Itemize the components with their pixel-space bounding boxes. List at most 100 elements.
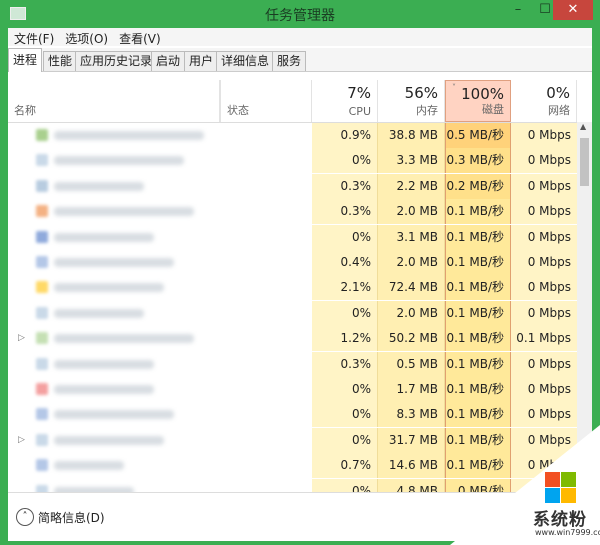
tab-bar: 进程 性能 应用历史记录 启动 用户 详细信息 服务 xyxy=(8,48,592,72)
column-label: 状态 xyxy=(227,104,249,117)
scrollbar-thumb[interactable] xyxy=(580,138,589,186)
menu-view[interactable]: 查看(V) xyxy=(113,28,166,47)
column-header-disk[interactable]: ˅ 100% 磁盘 xyxy=(445,80,511,122)
process-row[interactable]: 0.3% 2.2 MB 0.2 MB/秒 0 Mbps xyxy=(8,173,577,199)
tab-startup[interactable]: 启动 xyxy=(151,51,186,71)
tab-processes[interactable]: 进程 xyxy=(8,48,43,72)
process-name-blurred xyxy=(54,308,144,318)
menu-bar: 文件(F) 选项(O) 查看(V) xyxy=(8,28,592,46)
process-icon xyxy=(36,230,48,243)
network-cell: 0 Mbps xyxy=(511,250,577,275)
expand-arrow-icon[interactable]: ▷ xyxy=(18,428,25,453)
tab-performance[interactable]: 性能 xyxy=(43,51,78,71)
tab-services[interactable]: 服务 xyxy=(272,51,307,71)
memory-cell: 2.2 MB xyxy=(378,173,445,199)
network-cell: 0 Mbps xyxy=(511,275,577,301)
process-row[interactable]: 0% 2.0 MB 0.1 MB/秒 0 Mbps xyxy=(8,300,577,326)
cpu-cell: 1.2% xyxy=(312,326,378,352)
process-row[interactable]: 0.4% 2.0 MB 0.1 MB/秒 0 Mbps xyxy=(8,250,577,275)
fewer-details-link[interactable]: 简略信息(D) xyxy=(38,509,105,526)
column-header-memory[interactable]: 56% 内存 xyxy=(378,80,445,122)
memory-cell: 0.5 MB xyxy=(378,351,445,377)
process-row[interactable]: ▷ 1.2% 50.2 MB 0.1 MB/秒 0.1 Mbps xyxy=(8,326,577,352)
cpu-cell: 0% xyxy=(312,300,378,326)
sort-indicator-icon: ˅ xyxy=(452,83,456,92)
process-name-blurred xyxy=(54,385,154,394)
column-header-name[interactable]: 名称 xyxy=(8,80,220,122)
tab-app-history[interactable]: 应用历史记录 xyxy=(75,51,158,71)
memory-cell: 31.7 MB xyxy=(378,427,445,453)
network-cell: 0 Mbps xyxy=(511,123,577,148)
cpu-cell: 0% xyxy=(312,148,378,174)
cpu-cell: 0.3% xyxy=(312,351,378,377)
cpu-cell: 2.1% xyxy=(312,275,378,301)
cpu-cell: 0.4% xyxy=(312,250,378,275)
process-name-blurred xyxy=(54,156,184,166)
cpu-cell: 0.3% xyxy=(312,173,378,199)
network-cell: 0 Mbps xyxy=(511,148,577,174)
column-header-status[interactable]: 状态 xyxy=(220,80,312,122)
column-label: 内存 xyxy=(416,104,438,117)
disk-cell: 0.1 MB/秒 xyxy=(445,402,511,428)
network-percent: 0% xyxy=(546,84,570,102)
process-name-blurred xyxy=(54,131,204,140)
memory-cell: 3.1 MB xyxy=(378,224,445,250)
disk-cell: 0.1 MB/秒 xyxy=(445,275,511,301)
memory-percent: 56% xyxy=(404,84,438,102)
memory-cell: 2.0 MB xyxy=(378,300,445,326)
memory-cell: 8.3 MB xyxy=(378,402,445,428)
cpu-cell: 0.9% xyxy=(312,123,378,148)
chevron-up-icon[interactable]: ˄ xyxy=(16,508,34,526)
process-name-blurred xyxy=(54,258,174,267)
expand-arrow-icon[interactable]: ▷ xyxy=(18,326,25,351)
process-row[interactable]: 0.9% 38.8 MB 0.5 MB/秒 0 Mbps xyxy=(8,123,577,148)
cpu-cell: 0.7% xyxy=(312,453,378,479)
process-row[interactable]: 0% 8.3 MB 0.1 MB/秒 0 Mbps xyxy=(8,402,577,428)
cpu-cell: 0% xyxy=(312,377,378,402)
network-cell: 0 Mbps xyxy=(511,377,577,402)
network-cell: 0.1 Mbps xyxy=(511,326,577,352)
tab-details[interactable]: 详细信息 xyxy=(216,51,275,71)
process-name-blurred xyxy=(54,435,164,445)
process-row[interactable]: 0% 3.3 MB 0.3 MB/秒 0 Mbps xyxy=(8,148,577,174)
title-bar: 任务管理器 – ☐ ✕ xyxy=(0,0,600,28)
minimize-button[interactable]: – xyxy=(505,0,531,20)
process-icon xyxy=(36,433,48,446)
disk-cell: 0.3 MB/秒 xyxy=(445,148,511,174)
memory-cell: 14.6 MB xyxy=(378,453,445,479)
process-icon xyxy=(36,205,48,218)
scroll-up-icon[interactable]: ▲ xyxy=(580,122,586,131)
process-row[interactable]: 0% 3.1 MB 0.1 MB/秒 0 Mbps xyxy=(8,224,577,250)
watermark-text: 系统粉 xyxy=(533,510,587,530)
watermark-url: www.win7999.com xyxy=(535,528,600,537)
cpu-cell: 0.3% xyxy=(312,199,378,225)
column-header-network[interactable]: 0% 网络 xyxy=(511,80,577,122)
menu-options[interactable]: 选项(O) xyxy=(59,28,113,47)
process-row[interactable]: 0.3% 0.5 MB 0.1 MB/秒 0 Mbps xyxy=(8,351,577,377)
process-name-blurred xyxy=(54,207,194,217)
network-cell: 0 Mbps xyxy=(511,224,577,250)
close-button[interactable]: ✕ xyxy=(553,0,593,20)
process-icon xyxy=(36,357,48,370)
process-name-blurred xyxy=(54,334,194,344)
column-header-cpu[interactable]: 7% CPU xyxy=(312,80,378,122)
process-row[interactable]: 2.1% 72.4 MB 0.1 MB/秒 0 Mbps xyxy=(8,275,577,301)
process-name-blurred xyxy=(54,232,154,242)
process-name-blurred xyxy=(54,181,144,191)
process-icon xyxy=(36,306,48,319)
column-label: CPU xyxy=(348,105,371,118)
cpu-cell: 0% xyxy=(312,402,378,428)
network-cell: 0 Mbps xyxy=(511,173,577,199)
process-name-blurred xyxy=(54,461,124,471)
process-row[interactable]: 0.3% 2.0 MB 0.1 MB/秒 0 Mbps xyxy=(8,199,577,225)
network-cell: 0 Mbps xyxy=(511,351,577,377)
process-row[interactable]: 0% 1.7 MB 0.1 MB/秒 0 Mbps xyxy=(8,377,577,402)
tab-users[interactable]: 用户 xyxy=(184,51,219,71)
disk-cell: 0.1 MB/秒 xyxy=(445,326,511,352)
process-icon xyxy=(36,129,48,141)
memory-cell: 4.8 MB xyxy=(378,478,445,493)
memory-cell: 3.3 MB xyxy=(378,148,445,174)
process-icon xyxy=(36,281,48,294)
menu-file[interactable]: 文件(F) xyxy=(8,28,59,47)
process-name-blurred xyxy=(54,410,174,420)
